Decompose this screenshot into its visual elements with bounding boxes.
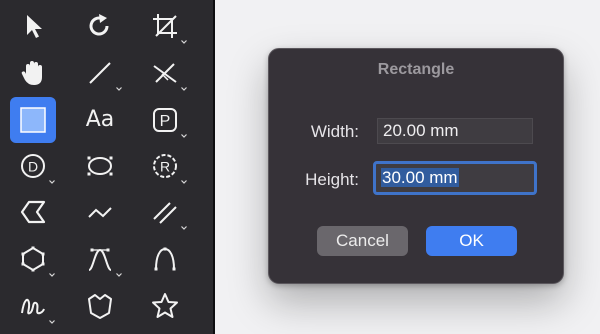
- angle-measure-icon: [153, 63, 177, 83]
- rectangle-dialog: Rectangle Width: 20.00 mm Height: 30.00 …: [268, 48, 564, 284]
- tool-circle-radius[interactable]: R: [142, 143, 188, 189]
- width-label: Width:: [310, 122, 359, 141]
- tool-d-symbol[interactable]: D: [10, 143, 56, 189]
- cancel-button[interactable]: Cancel: [317, 226, 408, 256]
- star-icon: [152, 293, 178, 318]
- arrow-shape-icon: [20, 200, 46, 224]
- arrow-pointer-icon: [27, 15, 42, 38]
- tool-crop[interactable]: [142, 3, 188, 49]
- d-symbol-icon: D: [21, 154, 45, 178]
- svg-text:P: P: [160, 113, 171, 130]
- double-line-icon: [153, 202, 177, 224]
- submenu-indicator-icon: [181, 180, 187, 184]
- submenu-indicator-icon: [49, 320, 55, 324]
- tool-arc[interactable]: [142, 236, 188, 282]
- tool-star[interactable]: [142, 283, 188, 329]
- tool-arrow-shape[interactable]: [10, 189, 56, 235]
- rectangle-icon: [20, 107, 46, 133]
- tool-ellipse[interactable]: [77, 143, 123, 189]
- tool-text[interactable]: Aa: [77, 97, 123, 143]
- height-field[interactable]: 30.00 mm: [373, 161, 537, 195]
- tool-polyline[interactable]: [77, 189, 123, 235]
- height-value: 30.00 mm: [381, 168, 459, 187]
- tool-rotate[interactable]: [77, 3, 123, 49]
- line-icon: [89, 62, 111, 84]
- tool-shield-shape[interactable]: [77, 283, 123, 329]
- polyline-icon: [88, 207, 112, 218]
- submenu-indicator-icon: [181, 226, 187, 230]
- ok-button[interactable]: OK: [426, 226, 517, 256]
- ellipse-icon: [87, 156, 113, 176]
- dialog-title: Rectangle: [377, 61, 455, 78]
- tool-polygon[interactable]: [10, 236, 56, 282]
- bezier-curve-icon: [88, 248, 112, 271]
- tool-angle-measure[interactable]: [142, 50, 188, 96]
- tool-arrow-pointer[interactable]: [10, 3, 56, 49]
- text-tool-label: Aa: [85, 107, 115, 132]
- hand-icon: [21, 61, 42, 85]
- height-label: Height:: [305, 170, 359, 189]
- tool-line[interactable]: [77, 50, 123, 96]
- submenu-indicator-icon: [116, 87, 122, 91]
- width-value: 20.00 mm: [383, 121, 459, 140]
- tool-hand[interactable]: [10, 50, 56, 96]
- submenu-indicator-icon: [181, 40, 187, 44]
- shield-shape-icon: [88, 294, 112, 319]
- tool-parking-symbol[interactable]: P: [142, 97, 188, 143]
- submenu-indicator-icon: [181, 134, 187, 138]
- tool-palette: Aa P D R: [0, 0, 215, 334]
- svg-text:D: D: [28, 159, 38, 175]
- submenu-indicator-icon: [181, 87, 187, 91]
- polygon-icon: [21, 246, 45, 272]
- arc-icon: [154, 247, 176, 271]
- tool-freehand[interactable]: [10, 283, 56, 329]
- submenu-indicator-icon: [49, 180, 55, 184]
- tool-double-line[interactable]: [142, 189, 188, 235]
- circle-radius-icon: R: [153, 154, 177, 178]
- tool-bezier-curve[interactable]: [77, 236, 123, 282]
- tool-rectangle[interactable]: [10, 97, 56, 143]
- svg-text:R: R: [160, 159, 170, 175]
- crop-icon: [153, 14, 177, 38]
- freehand-icon: [21, 298, 45, 315]
- submenu-indicator-icon: [49, 273, 55, 277]
- rotate-icon: [89, 14, 109, 36]
- width-field[interactable]: 20.00 mm: [377, 118, 533, 144]
- submenu-indicator-icon: [116, 273, 122, 277]
- parking-symbol-icon: P: [153, 108, 177, 132]
